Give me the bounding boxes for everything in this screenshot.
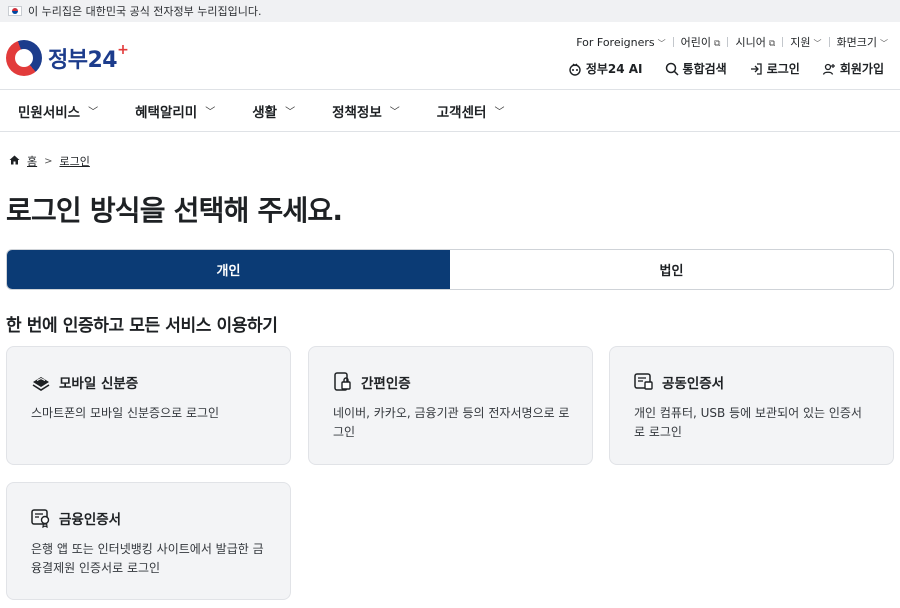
divider [727,37,729,47]
nav-customer-center[interactable]: 고객센터 ﹀ [437,101,505,121]
joint-certificate-icon [634,372,654,392]
login-type-tabs: 개인 법인 [6,249,894,290]
financial-certificate-icon [31,508,51,528]
external-link-icon: ⧉ [714,39,721,49]
chevron-right-icon: > [44,155,53,167]
header-actions: 정부24 AI 통합검색 로그인 회원가입 [568,60,884,77]
ai-icon [569,63,581,76]
chevron-down-icon: ﹀ [88,107,99,118]
chevron-down-icon: ﹀ [389,107,400,118]
nav-benefits[interactable]: 혜택알리미 ﹀ [135,101,215,121]
main-nav: 민원서비스 ﹀ 혜택알리미 ﹀ 생활 ﹀ 정책정보 ﹀ 고객센터 ﹀ [0,90,900,132]
login-card-joint-certificate[interactable]: 공동인증서 개인 컴퓨터, USB 등에 보관되어 있는 인증서로 로그인 [609,346,894,465]
chevron-down-icon: ﹀ [205,107,216,118]
utility-links: For Foreigners ﹀ 어린이 ⧉ 시니어 ⧉ 지원 ﹀ 화면크기 ﹀ [576,34,888,50]
tab-corporate[interactable]: 법인 [450,250,893,289]
simple-auth-icon [333,372,353,392]
util-support[interactable]: 지원 ﹀ [790,34,821,50]
home-icon [9,155,20,168]
breadcrumb-current[interactable]: 로그인 [60,153,90,169]
search-button[interactable]: 통합검색 [665,60,727,77]
login-icon [750,62,762,75]
card-title: 금융인증서 [59,512,122,528]
login-label: 로그인 [766,62,800,76]
card-header: 공동인증서 [634,372,871,392]
chevron-down-icon: ﹀ [285,107,296,118]
card-title: 간편인증 [361,376,411,392]
login-card-mobile-id[interactable]: 모바일 신분증 스마트폰의 모바일 신분증으로 로그인 [6,346,291,465]
government-emblem-icon [6,40,42,76]
ai-label: 정부24 AI [585,62,643,76]
banner-text: 이 누리집은 대한민국 공식 전자정부 누리집입니다. [28,5,262,18]
official-site-banner: 이 누리집은 대한민국 공식 전자정부 누리집입니다. [0,0,900,22]
external-link-icon: ⧉ [768,39,776,49]
divider [672,37,674,47]
mobile-id-icon [31,372,51,392]
logo-text: 정부24+ [48,42,129,73]
nav-life[interactable]: 생활 ﹀ [252,101,295,121]
card-header: 간편인증 [333,372,570,392]
card-title: 모바일 신분증 [59,376,139,392]
login-card-financial-certificate[interactable]: 금융인증서 은행 앱 또는 인터넷뱅킹 사이트에서 발급한 금융결제원 인증서로… [6,482,291,600]
card-description: 개인 컴퓨터, USB 등에 보관되어 있는 인증서로 로그인 [634,406,862,439]
signup-button[interactable]: 회원가입 [822,60,884,77]
util-for-foreigners[interactable]: For Foreigners ﹀ [576,36,665,49]
card-title: 공동인증서 [662,376,725,392]
person-add-icon [822,63,835,75]
card-header: 금융인증서 [31,508,268,528]
login-button[interactable]: 로그인 [749,60,800,77]
card-description: 스마트폰의 모바일 신분증으로 로그인 [31,406,220,420]
tab-individual[interactable]: 개인 [7,250,450,289]
page-title: 로그인 방식을 선택해 주세요. [6,194,343,227]
nav-civil-services[interactable]: 민원서비스 ﹀ [18,101,98,121]
site-header: 정부24+ For Foreigners ﹀ 어린이 ⧉ 시니어 ⧉ 지원 ﹀ 화면크기… [0,22,900,90]
section-title: 한 번에 인증하고 모든 서비스 이용하기 [6,316,278,336]
breadcrumb-home[interactable]: 홈 [27,153,37,169]
korea-flag-icon [8,6,22,16]
breadcrumb: 홈 > 로그인 [9,153,90,169]
divider [828,37,830,47]
card-description: 은행 앱 또는 인터넷뱅킹 사이트에서 발급한 금융결제원 인증서로 로그인 [31,542,264,575]
divider [782,37,784,47]
chevron-down-icon: ﹀ [880,39,888,48]
chevron-down-icon: ﹀ [813,39,822,48]
search-icon [665,62,679,76]
chevron-down-icon: ﹀ [494,107,505,118]
card-header: 모바일 신분증 [31,372,268,392]
card-description: 네이버, 카카오, 금융기관 등의 전자서명으로 로그인 [333,406,570,439]
search-label: 통합검색 [682,62,727,76]
ai-button[interactable]: 정부24 AI [568,60,643,77]
util-font-size[interactable]: 화면크기 ﹀ [837,34,888,50]
chevron-down-icon: ﹀ [657,38,666,48]
signup-label: 회원가입 [839,62,884,76]
nav-policy[interactable]: 정책정보 ﹀ [332,101,400,121]
site-logo[interactable]: 정부24+ [6,40,129,76]
util-senior[interactable]: 시니어 ⧉ [735,34,775,50]
login-card-simple-auth[interactable]: 간편인증 네이버, 카카오, 금융기관 등의 전자서명으로 로그인 [308,346,593,465]
util-kids[interactable]: 어린이 ⧉ [681,34,721,50]
